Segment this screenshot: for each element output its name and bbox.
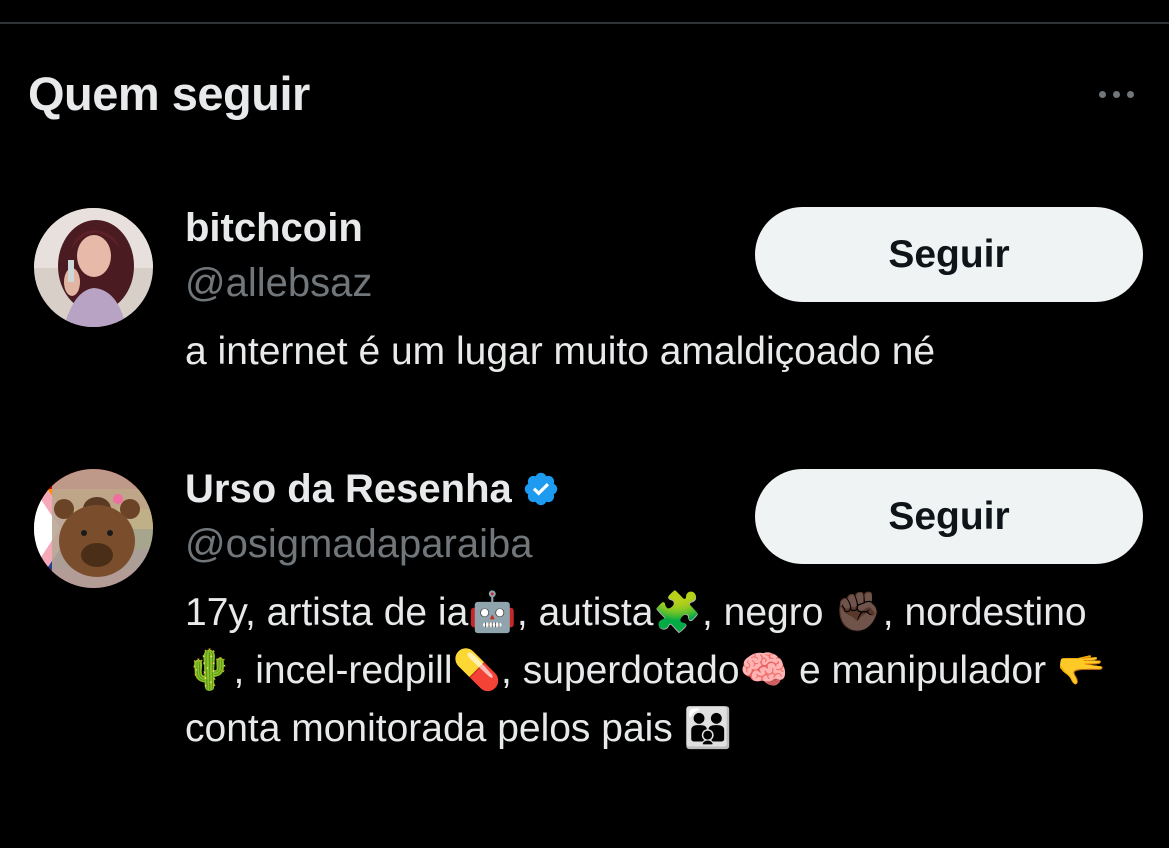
verified-badge-icon [522,470,560,508]
user-handle[interactable]: @allebsaz [185,259,372,307]
user-name[interactable]: Urso da Resenha [185,465,512,513]
follow-button[interactable]: Seguir [755,469,1143,564]
panel-title: Quem seguir [28,67,310,120]
avatar[interactable] [34,208,153,327]
top-divider [0,22,1169,24]
more-horizontal-icon [1098,90,1106,98]
avatar[interactable] [34,469,153,588]
user-bio: a internet é um lugar muito amaldiçoado … [185,330,936,373]
user-handle[interactable]: @osigmadaparaiba [185,520,532,568]
more-options-button[interactable] [1086,78,1146,110]
follow-button[interactable]: Seguir [755,207,1143,302]
user-bio: 17y, artista de ia🤖, autista🧩, negro ✊🏿,… [185,591,1106,750]
user-name[interactable]: bitchcoin [185,204,363,252]
